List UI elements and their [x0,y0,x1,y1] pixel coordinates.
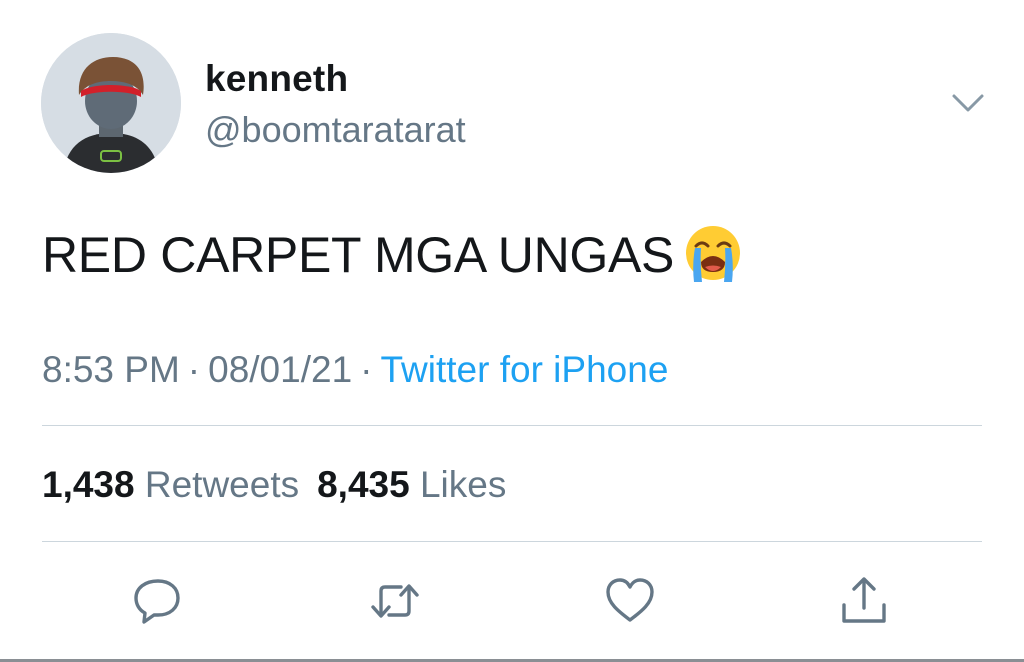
divider [42,541,982,542]
loudly-crying-face-icon [684,224,742,282]
heart-icon [606,578,654,622]
like-button[interactable] [604,575,656,627]
tweet-time: 8:53 PM [42,349,180,390]
retweets-stat[interactable]: 1,438 Retweets [42,464,299,505]
reply-icon [134,579,180,624]
likes-label: Likes [419,464,507,505]
share-icon [842,577,886,623]
chevron-down-icon[interactable] [948,90,988,116]
reply-button[interactable] [132,575,184,627]
retweets-count: 1,438 [42,464,135,505]
tweet-meta: 8:53 PM · 08/01/21 · Twitter for iPhone [42,349,668,391]
tweet-date: 08/01/21 [208,349,353,390]
user-handle[interactable]: @boomtaratarat [205,109,466,151]
likes-stat[interactable]: 8,435 Likes [317,464,506,505]
share-button[interactable] [838,575,890,627]
tweet-stats: 1,438 Retweets 8,435 Likes [42,464,506,506]
meta-separator: · [187,349,201,390]
avatar[interactable] [41,33,181,173]
tweet-text: RED CARPET MGA UNGAS [42,224,742,284]
divider [42,425,982,426]
retweet-icon [371,584,419,618]
avatar-image [41,33,181,173]
retweet-button[interactable] [369,575,421,627]
retweets-label: Retweets [144,464,300,505]
meta-separator: · [360,349,373,390]
display-name[interactable]: kenneth [205,58,348,100]
tweet-body: RED CARPET MGA UNGAS [42,227,675,283]
likes-count: 8,435 [317,464,410,505]
tweet-source-link[interactable]: Twitter for iPhone [380,349,668,390]
